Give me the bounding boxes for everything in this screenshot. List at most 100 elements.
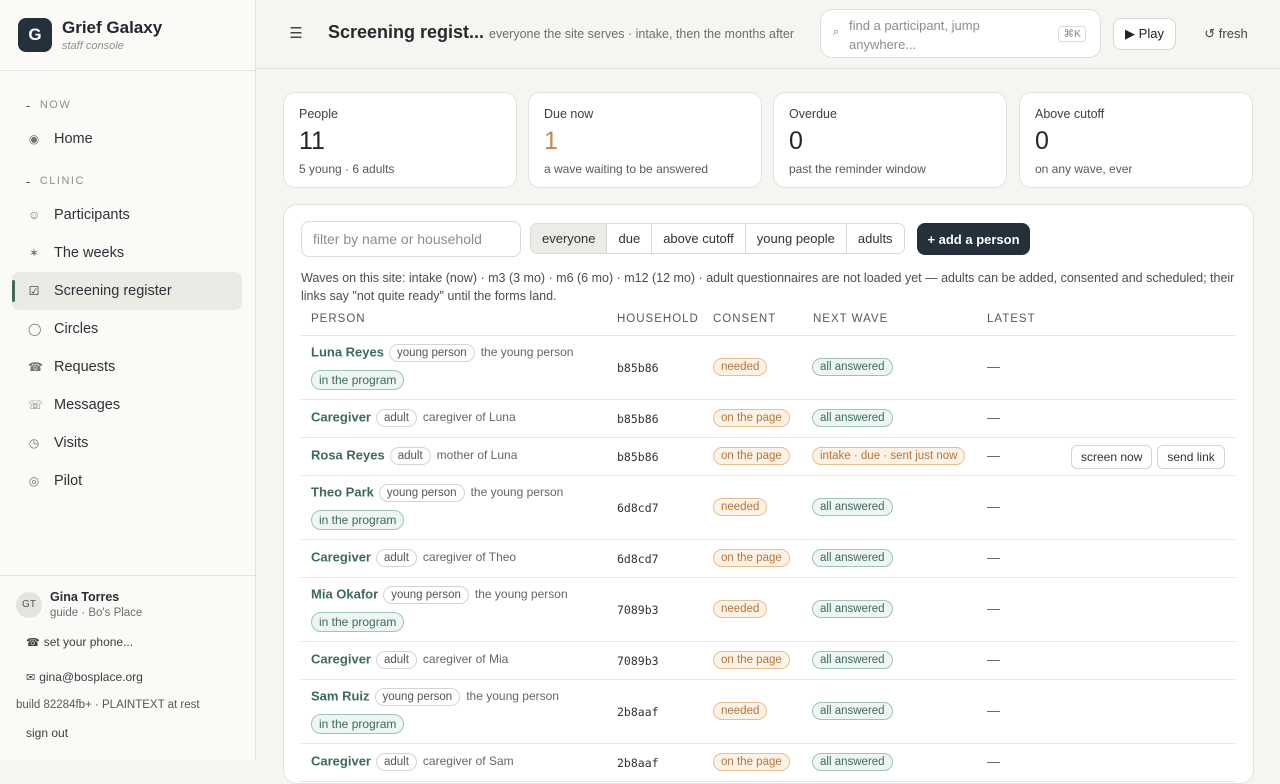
table-row[interactable]: Theo Park young person the young person in … [301, 476, 1235, 540]
table-row[interactable]: Sam Ruiz young person the young person in t… [301, 680, 1235, 744]
consent-badge: on the page [713, 651, 790, 669]
stat-card-overdue: Overdue 0 past the reminder window [773, 92, 1007, 188]
program-badge: in the program [311, 612, 405, 632]
play-button[interactable]: ▶ Play [1113, 18, 1176, 50]
user-card: GT Gina Torres guide · Bo's Place [0, 576, 255, 619]
wave-badge: all answered [812, 358, 893, 376]
person-name[interactable]: Caregiver [311, 549, 371, 564]
sidebar-item-pilot[interactable]: ◎ Pilot [12, 462, 242, 500]
person-name[interactable]: Rosa Reyes [311, 447, 385, 462]
search-input[interactable]: ⌕ find a participant, jump anywhere... ⌘… [820, 9, 1101, 58]
email-link[interactable]: ✉ gina@bosplace.org [26, 670, 143, 684]
person-relation: caregiver of Sam [422, 754, 514, 769]
phone-icon: ☎ [26, 637, 40, 649]
stat-label: People [299, 107, 338, 121]
household-id: b85b86 [617, 450, 659, 464]
register-panel: filter by name or household everyone due… [283, 204, 1254, 784]
household-id: 2b8aaf [617, 705, 659, 719]
person-relation: caregiver of Theo [422, 550, 517, 565]
person-kind-tag: adult [375, 549, 417, 567]
latest-value: — [987, 359, 1000, 374]
person-icon: ☺ [28, 208, 41, 222]
household-id: b85b86 [617, 412, 659, 426]
household-id: 6d8cd7 [617, 501, 659, 515]
program-badge: in the program [311, 370, 405, 390]
consent-badge: on the page [713, 753, 790, 771]
consent-badge: on the page [713, 549, 790, 567]
nav-section-clinic: - CLINIC [26, 173, 85, 189]
search-icon: ⌕ [833, 26, 840, 38]
wave-badge: all answered [812, 600, 893, 618]
sidebar-item-label: Visits [54, 435, 89, 451]
stat-value: 11 [299, 127, 325, 155]
person-name[interactable]: Theo Park [311, 484, 374, 499]
sidebar-item-home[interactable]: ◉ Home [12, 120, 242, 158]
table-row[interactable]: Mia Okafor young person the young person in… [301, 578, 1235, 642]
sidebar-item-label: Participants [54, 207, 130, 223]
person-relation: the young person [470, 485, 564, 500]
set-phone-link[interactable]: ☎ set your phone... [26, 635, 133, 649]
consent-badge: needed [713, 498, 768, 516]
table-header: PERSON HOUSEHOLD CONSENT NEXT WAVE LATES… [301, 311, 1235, 336]
sidebar-item-circles[interactable]: ◯ Circles [12, 310, 242, 348]
stat-label: Due now [544, 107, 594, 121]
person-name[interactable]: Luna Reyes [311, 344, 384, 359]
person-relation: the young person [480, 345, 574, 360]
person-kind-tag: adult [375, 651, 417, 669]
segment-adults[interactable]: adults [846, 224, 904, 253]
person-name[interactable]: Caregiver [311, 753, 371, 768]
sidebar-item-label: Screening register [54, 283, 172, 299]
sidebar-item-screening-register[interactable]: ☑ Screening register [12, 272, 242, 310]
person-name[interactable]: Caregiver [311, 651, 371, 666]
table-row[interactable]: Caregiver adult caregiver of Luna b85b86 on … [301, 400, 1235, 438]
header: ☰ Screening regist... everyone the site … [256, 0, 1280, 69]
sidebar-item-visits[interactable]: ◷ Visits [12, 424, 242, 462]
checkbox-icon: ☑ [28, 284, 40, 298]
sidebar-item-weeks[interactable]: ✶ The weeks [12, 234, 242, 272]
wave-badge: intake · due · sent just now [812, 447, 966, 465]
shortcut-badge: ⌘K [1058, 26, 1086, 42]
sidebar-item-messages[interactable]: ☏ Messages [12, 386, 242, 424]
waves-note: Waves on this site: intake (now) · m3 (3… [301, 271, 1235, 303]
nav-section-now: - NOW [26, 97, 72, 113]
person-name[interactable]: Caregiver [311, 409, 371, 424]
person-name[interactable]: Mia Okafor [311, 586, 378, 601]
column-household: HOUSEHOLD [617, 313, 699, 325]
person-relation: caregiver of Mia [422, 652, 509, 667]
screen-now-button[interactable]: screen now [1071, 445, 1153, 469]
column-person: PERSON [311, 313, 366, 325]
household-id: 7089b3 [617, 654, 659, 668]
sidebar-item-label: Messages [54, 397, 121, 413]
table-row[interactable]: Caregiver adult caregiver of Sam 2b8aaf on t… [301, 744, 1235, 782]
person-name[interactable]: Sam Ruiz [311, 688, 370, 703]
table-row[interactable]: Caregiver adult caregiver of Mia 7089b3 on t… [301, 642, 1235, 680]
segment-young-people[interactable]: young people [745, 224, 847, 253]
send-link-button[interactable]: send link [1157, 445, 1225, 469]
message-icon: ☏ [28, 398, 44, 412]
stat-label: Overdue [789, 107, 837, 121]
program-badge: in the program [311, 510, 405, 530]
column-consent: CONSENT [713, 313, 777, 325]
segment-everyone[interactable]: everyone [531, 224, 608, 253]
fresh-button[interactable]: ↺ fresh [1190, 18, 1262, 50]
brand-subtitle: staff console [62, 40, 124, 52]
segment-due[interactable]: due [607, 224, 653, 253]
person-relation: the young person [474, 587, 568, 602]
menu-icon[interactable]: ☰ [286, 24, 306, 44]
table-row[interactable]: Caregiver adult caregiver of Theo 6d8cd7 on … [301, 540, 1235, 578]
sign-out-link[interactable]: sign out [26, 726, 68, 740]
consent-badge: on the page [713, 447, 790, 465]
stat-value: 0 [789, 127, 803, 155]
wave-badge: all answered [812, 498, 893, 516]
stat-card-due-now: Due now 1 a wave waiting to be answered [528, 92, 762, 188]
table-row[interactable]: Luna Reyes young person the young person in… [301, 336, 1235, 400]
sidebar-item-requests[interactable]: ☎ Requests [12, 348, 242, 386]
filter-input[interactable]: filter by name or household [301, 221, 521, 257]
add-person-button[interactable]: + add a person [917, 223, 1030, 255]
segment-above-cutoff[interactable]: above cutoff [652, 224, 746, 253]
wave-badge: all answered [812, 409, 893, 427]
table-row[interactable]: Rosa Reyes adult mother of Luna b85b86 on th… [301, 438, 1235, 476]
search-placeholder: find a participant, jump anywhere... [849, 18, 980, 52]
sidebar-item-participants[interactable]: ☺ Participants [12, 196, 242, 234]
stat-value: 1 [544, 127, 558, 155]
